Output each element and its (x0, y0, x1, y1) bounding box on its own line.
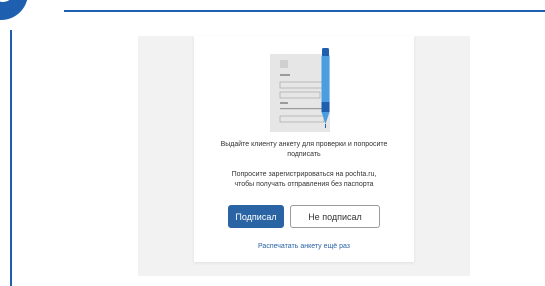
signature-card: Выдайте клиенту анкету для проверки и по… (194, 36, 414, 262)
content-panel: Выдайте клиенту анкету для проверки и по… (138, 36, 470, 276)
questionnaire-pen-illustration (270, 48, 330, 132)
not-signed-button[interactable]: Не подписал (290, 205, 380, 228)
reprint-questionnaire-link[interactable]: Распечатать анкету ещё раз (194, 243, 414, 250)
signed-button[interactable]: Подписал (228, 205, 284, 228)
registration-hint-text: Попросите зарегистрироваться на pochta.r… (231, 171, 377, 188)
sidebar-divider (10, 30, 12, 286)
header-divider (64, 10, 545, 12)
instruction-text: Выдайте клиенту анкету для проверки и по… (220, 141, 388, 158)
logo (0, 0, 28, 20)
